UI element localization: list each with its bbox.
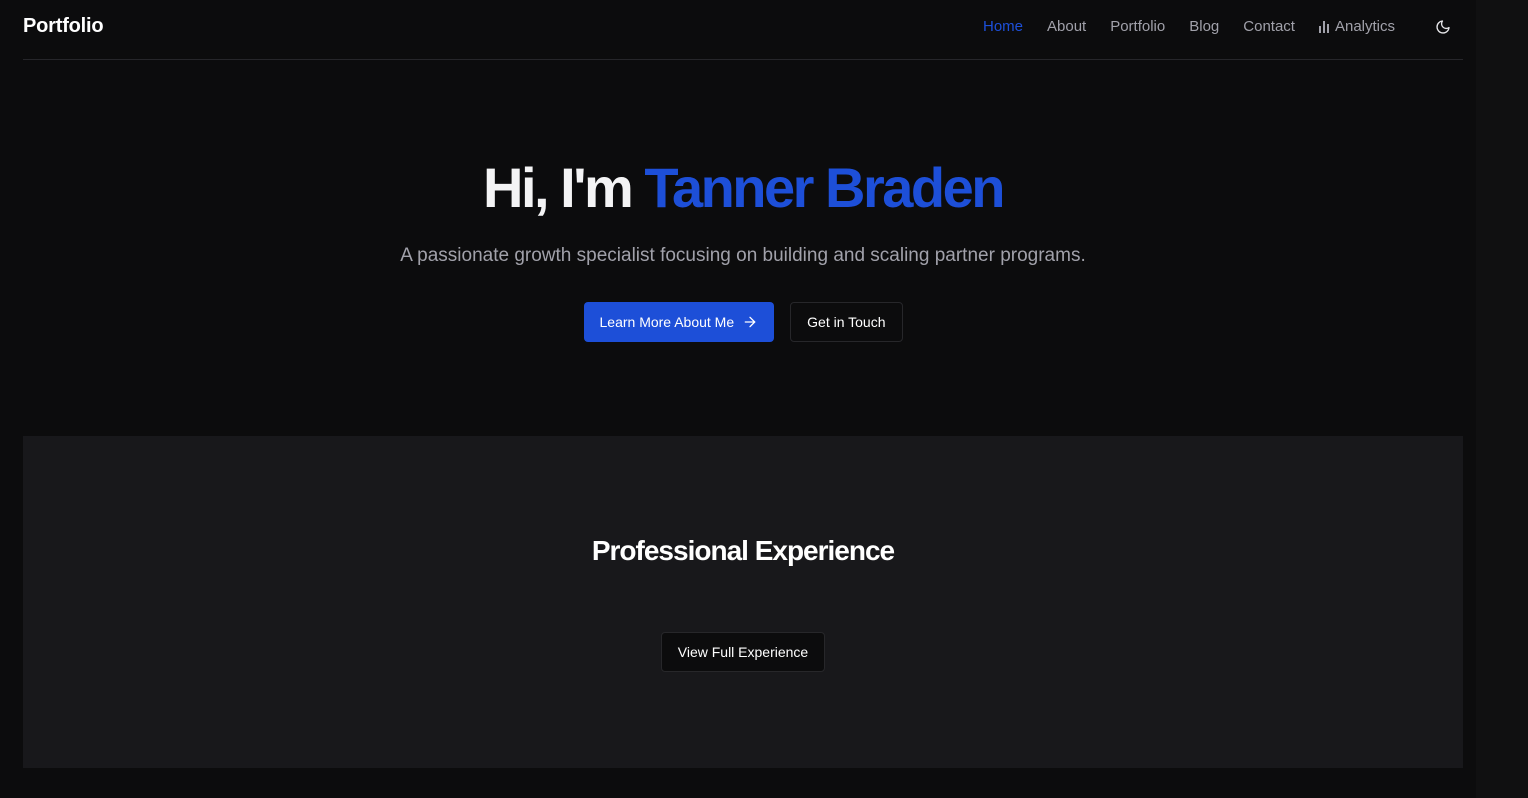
bar-chart-icon: [1318, 20, 1329, 33]
brand-logo[interactable]: Portfolio: [23, 15, 104, 38]
experience-actions: View Full Experience: [23, 632, 1463, 672]
learn-more-label: Learn More About Me: [599, 314, 735, 330]
learn-more-button[interactable]: Learn More About Me: [583, 302, 775, 342]
nav-link-home[interactable]: Home: [983, 18, 1023, 35]
moon-icon[interactable]: [1435, 19, 1451, 35]
hero-section: Hi, I'm Tanner Braden A passionate growt…: [23, 60, 1463, 342]
hero-name: Tanner Braden: [644, 156, 1005, 219]
experience-section: Professional Experience View Full Experi…: [23, 436, 1463, 768]
hero-subtitle: A passionate growth specialist focusing …: [400, 245, 1086, 266]
hero-actions: Learn More About Me Get in Touch: [23, 302, 1463, 342]
site-header: Portfolio Home About Portfolio Blog Cont…: [23, 0, 1463, 60]
get-in-touch-button[interactable]: Get in Touch: [790, 302, 903, 342]
hero-greeting: Hi, I'm: [483, 156, 645, 219]
hero-title: Hi, I'm Tanner Braden: [23, 156, 1463, 220]
nav-link-analytics[interactable]: Analytics: [1318, 18, 1395, 35]
nav-link-portfolio[interactable]: Portfolio: [1110, 18, 1165, 35]
nav-link-blog[interactable]: Blog: [1189, 18, 1219, 35]
experience-title: Professional Experience: [591, 535, 895, 566]
arrow-right-icon: [744, 316, 756, 328]
page: Portfolio Home About Portfolio Blog Cont…: [0, 0, 1528, 798]
nav-link-analytics-label: Analytics: [1334, 18, 1395, 35]
view-full-experience-button[interactable]: View Full Experience: [660, 632, 826, 672]
nav-link-about[interactable]: About: [1047, 18, 1086, 35]
scrollbar-track[interactable]: [1476, 0, 1528, 798]
main-nav: Home About Portfolio Blog Contact Analyt…: [959, 18, 1463, 35]
nav-link-contact[interactable]: Contact: [1243, 18, 1295, 35]
